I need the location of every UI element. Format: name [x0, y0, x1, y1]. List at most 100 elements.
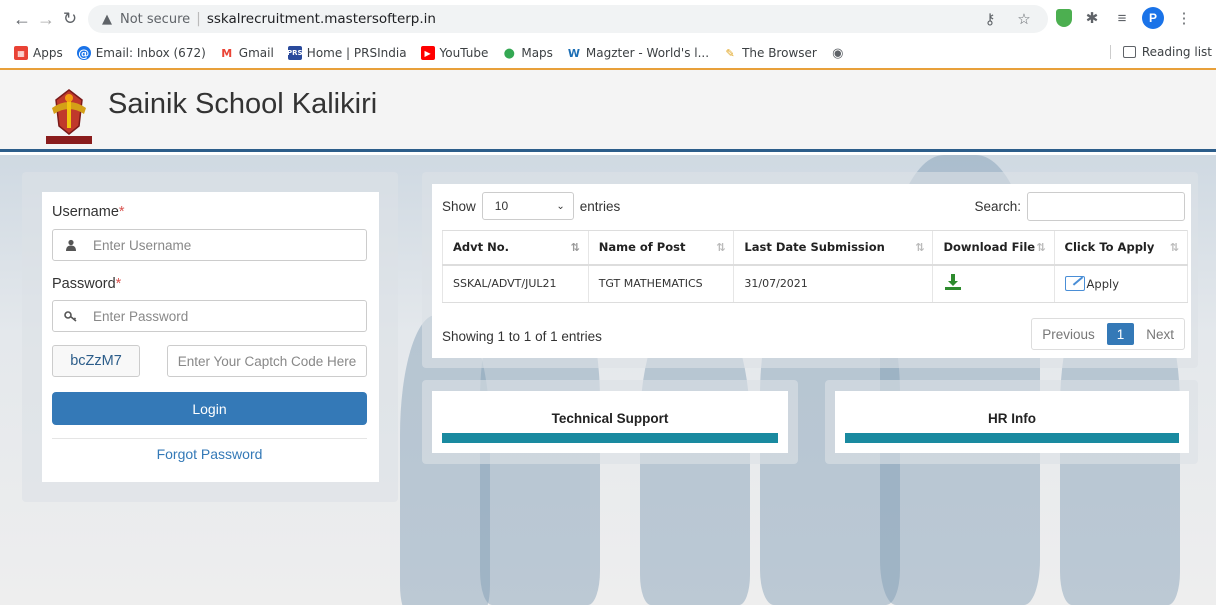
url-text: sskalrecruitment.mastersofterp.in: [206, 11, 436, 27]
browser-toolbar: ← → ↻ ▲ Not secure | sskalrecruitment.ma…: [0, 0, 1216, 38]
show-label: Show: [442, 198, 476, 214]
globe-icon: ◉: [830, 45, 845, 61]
sort-icon: ⇅: [1169, 241, 1179, 254]
security-status: Not secure: [120, 11, 191, 27]
technical-support-title: Technical Support: [551, 411, 669, 426]
hr-info-title: HR Info: [988, 411, 1036, 426]
bookmark-label: Email: Inbox (672): [95, 46, 206, 60]
forgot-password-link[interactable]: Forgot Password: [52, 446, 367, 462]
bookmark-magzter[interactable]: W Magzter - World's l...: [566, 46, 710, 60]
username-label: Username*: [52, 204, 125, 220]
key-icon: [53, 301, 89, 331]
page-length-control: Show 10 ⌄ entries: [442, 192, 620, 220]
bookmark-star-icon[interactable]: ☆: [1014, 9, 1034, 29]
login-form: Username* Enter Username Password* Enter…: [42, 192, 379, 482]
bookmark-label: YouTube: [439, 46, 489, 60]
bookmark-label: Magzter - World's l...: [585, 46, 710, 60]
url-separator: |: [196, 11, 201, 27]
bookmark-apps[interactable]: ▦ Apps: [14, 46, 63, 60]
cell-post: TGT MATHEMATICS: [587, 264, 734, 303]
bookmark-the-browser[interactable]: ✎ The Browser: [723, 46, 817, 60]
username-input[interactable]: Enter Username: [89, 230, 366, 260]
column-header-label: Name of Post: [598, 240, 686, 255]
password-field[interactable]: Enter Password: [52, 300, 367, 332]
address-bar[interactable]: ▲ Not secure | sskalrecruitment.masterso…: [88, 5, 1048, 33]
puzzle-extensions-icon[interactable]: ✱: [1082, 8, 1102, 28]
reading-list-icon: [1122, 46, 1136, 58]
reading-list-button[interactable]: Reading list: [1109, 45, 1212, 59]
user-icon: [53, 230, 89, 260]
prsindia-icon: PRS: [287, 46, 303, 60]
bookmark-gmail[interactable]: M Gmail: [219, 46, 274, 60]
cell-last-date: 31/07/2021: [733, 264, 933, 303]
column-header-post[interactable]: Name of Post ⇅: [587, 230, 734, 266]
password-label: Password*: [52, 276, 121, 292]
page-length-select[interactable]: 10 ⌄: [481, 192, 574, 220]
bookmark-prsindia[interactable]: PRS Home | PRSIndia: [287, 46, 407, 60]
email-icon: @: [76, 46, 91, 60]
youtube-icon: ▶: [420, 46, 435, 60]
password-label-text: Password: [52, 276, 116, 292]
technical-support-bar: [442, 433, 778, 443]
school-crest-logo: [46, 89, 92, 144]
sort-icon: ⇅: [1036, 241, 1046, 254]
edit-pencil-icon: [1064, 276, 1085, 292]
advertisement-table-wrapper: Show 10 ⌄ entries Search: Advt No. ⇅ Name…: [432, 184, 1191, 358]
apply-label: Apply: [1086, 276, 1120, 291]
next-page-button[interactable]: Next: [1136, 319, 1184, 349]
search-label: Search:: [974, 199, 1021, 214]
bookmark-label: Apps: [33, 46, 63, 60]
entries-label: entries: [579, 198, 621, 214]
table-info: Showing 1 to 1 of 1 entries: [442, 329, 602, 344]
warning-triangle-icon: ▲: [102, 11, 112, 27]
username-label-text: Username: [52, 204, 119, 220]
back-arrow-icon[interactable]: ←: [10, 7, 34, 31]
captcha-input[interactable]: Enter Your Captch Code Here: [167, 345, 367, 377]
shield-extension-icon[interactable]: [1056, 9, 1072, 27]
column-header-last-date[interactable]: Last Date Submission ⇅: [733, 230, 933, 266]
maps-pin-icon: ●: [502, 45, 517, 61]
table-row: SSKAL/ADVT/JUL21 TGT MATHEMATICS 31/07/2…: [442, 264, 1189, 303]
download-icon[interactable]: [943, 273, 963, 291]
column-header-download[interactable]: Download File ⇅: [932, 230, 1055, 266]
column-header-apply[interactable]: Click To Apply ⇅: [1053, 230, 1189, 266]
sort-asc-icon: ⇅: [570, 241, 580, 254]
required-mark: *: [115, 276, 122, 292]
cell-apply: Apply: [1053, 264, 1189, 303]
forward-arrow-icon[interactable]: →: [34, 7, 58, 31]
bookmark-globe[interactable]: ◉: [830, 45, 845, 61]
search-input[interactable]: [1027, 192, 1185, 221]
profile-avatar[interactable]: P: [1142, 7, 1164, 29]
bookmark-email[interactable]: @ Email: Inbox (672): [76, 46, 206, 60]
page-1-button[interactable]: 1: [1106, 323, 1135, 345]
login-divider: [52, 438, 367, 439]
table-header-row: Advt No. ⇅ Name of Post ⇅ Last Date Submis…: [442, 230, 1189, 266]
technical-support-box: Technical Support: [432, 391, 788, 453]
key-icon[interactable]: ⚷: [980, 9, 1000, 29]
username-field[interactable]: Enter Username: [52, 229, 367, 261]
column-header-advt-no[interactable]: Advt No. ⇅: [442, 230, 589, 266]
login-button[interactable]: Login: [52, 392, 367, 425]
column-header-label: Advt No.: [453, 240, 510, 255]
page-length-value: 10: [494, 199, 509, 213]
previous-page-button[interactable]: Previous: [1032, 319, 1105, 349]
password-input[interactable]: Enter Password: [89, 301, 366, 331]
bookmark-maps[interactable]: ● Maps: [502, 45, 553, 61]
magzter-icon: W: [566, 46, 581, 60]
bookmark-label: Maps: [521, 46, 553, 60]
reload-icon[interactable]: ↻: [58, 7, 82, 31]
apply-link[interactable]: Apply: [1064, 276, 1177, 292]
required-mark: *: [118, 204, 125, 220]
advertisement-table: Advt No. ⇅ Name of Post ⇅ Last Date Submis…: [442, 230, 1189, 303]
site-header: Sainik School Kalikiri: [0, 70, 1216, 152]
kebab-menu-icon[interactable]: ⋮: [1174, 8, 1194, 28]
captcha-code: bcZzM7: [52, 345, 140, 377]
reading-mode-icon[interactable]: ≡: [1112, 8, 1132, 28]
reading-list-label: Reading list: [1141, 45, 1212, 59]
hr-info-box: HR Info: [835, 391, 1189, 453]
hr-info-bar: [845, 433, 1179, 443]
column-header-label: Download File: [943, 240, 1036, 255]
the-browser-icon: ✎: [723, 46, 738, 60]
bookmarks-bar: ▦ Apps @ Email: Inbox (672) M Gmail PRS Home…: [0, 38, 1216, 70]
bookmark-youtube[interactable]: ▶ YouTube: [420, 46, 489, 60]
